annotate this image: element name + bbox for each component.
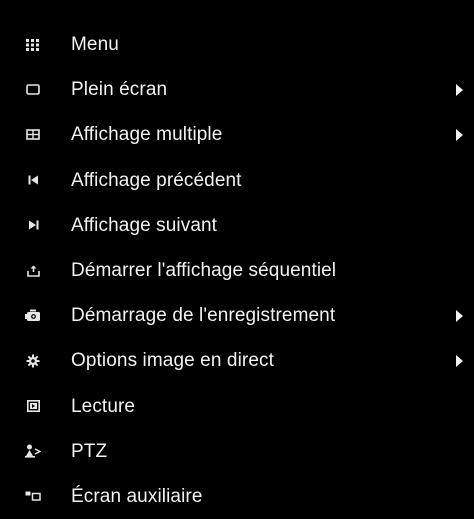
menu-item-ptz[interactable]: PTZ (0, 429, 474, 474)
menu-item-start-recording[interactable]: Démarrage de l'enregistrement (0, 293, 474, 338)
menu-item-label: Démarrage de l'enregistrement (71, 305, 336, 327)
menu-item-label: Démarrer l'affichage séquentiel (71, 260, 337, 282)
menu-item-label: Menu (71, 34, 119, 56)
next-icon (24, 216, 42, 234)
menu-item-previous-view[interactable]: Affichage précédent (0, 158, 474, 203)
menu-item-label: Options image en direct (71, 350, 274, 372)
menu-item-fullscreen[interactable]: Plein écran (0, 67, 474, 112)
menu-item-playback[interactable]: Lecture (0, 384, 474, 429)
submenu-arrow-icon (456, 128, 463, 141)
menu-item-live-image-options[interactable]: Options image en direct (0, 338, 474, 383)
menu-item-label: PTZ (71, 440, 108, 462)
menu-item-label: Écran auxiliaire (71, 485, 203, 507)
gear-icon (24, 352, 42, 370)
menu-item-menu[interactable]: Menu (0, 22, 474, 67)
menu-item-label: Affichage suivant (71, 214, 218, 236)
submenu-arrow-icon (456, 309, 463, 322)
aux-screen-icon (24, 487, 42, 505)
previous-icon (24, 171, 42, 189)
menu-item-start-sequence[interactable]: Démarrer l'affichage séquentiel (0, 248, 474, 293)
menu-item-multi-view[interactable]: Affichage multiple (0, 112, 474, 157)
menu-item-label: Plein écran (71, 79, 168, 101)
record-icon (24, 307, 42, 325)
context-menu: Menu Plein écran Affichage multiple Affi… (0, 0, 474, 507)
menu-item-next-view[interactable]: Affichage suivant (0, 203, 474, 248)
single-screen-icon (24, 81, 42, 99)
menu-item-label: Lecture (71, 395, 136, 417)
submenu-arrow-icon (456, 354, 463, 367)
menu-item-label: Affichage précédent (71, 169, 242, 191)
playback-icon (24, 397, 42, 415)
submenu-arrow-icon (456, 83, 463, 96)
multi-screen-icon (24, 126, 42, 144)
menu-item-aux-screen[interactable]: Écran auxiliaire (0, 474, 474, 519)
ptz-icon (24, 442, 42, 460)
sequence-icon (24, 262, 42, 280)
grid-icon (24, 36, 42, 54)
menu-item-label: Affichage multiple (71, 124, 223, 146)
